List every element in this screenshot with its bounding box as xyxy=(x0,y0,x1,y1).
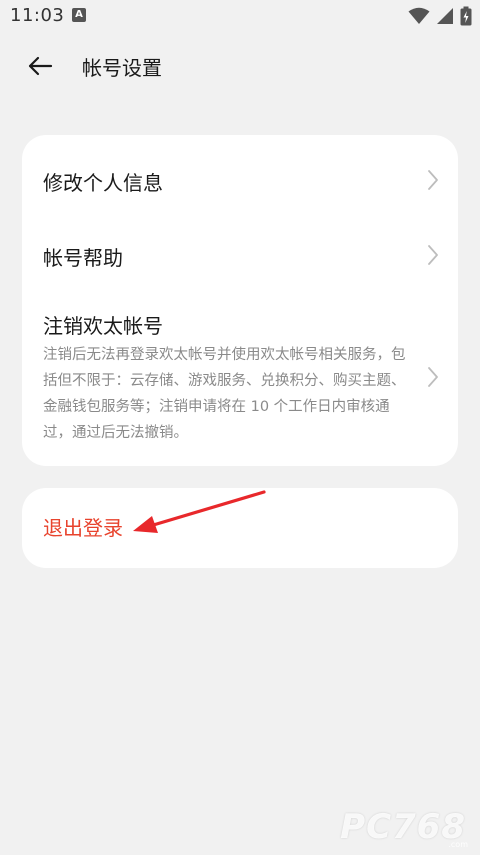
status-time: 11:03 xyxy=(10,5,65,26)
account-help-label: 帐号帮助 xyxy=(43,246,123,270)
notification-a-icon: A xyxy=(72,8,86,22)
arrow-left-icon xyxy=(28,56,53,76)
status-bar: 11:03 A xyxy=(0,0,480,34)
edit-profile-label: 修改个人信息 xyxy=(43,171,163,195)
signal-icon xyxy=(437,8,453,24)
cancel-account-item[interactable]: 注销欢太帐号 注销后无法再登录欢太帐号并使用欢太帐号相关服务，包括但不限于：云存… xyxy=(22,303,458,453)
watermark-logo: PC768 xyxy=(340,807,466,847)
watermark-logo-sub: .com xyxy=(448,840,468,849)
header: 帐号设置 xyxy=(0,40,480,92)
back-button[interactable] xyxy=(24,51,56,81)
chevron-right-icon xyxy=(428,245,438,265)
settings-card: 修改个人信息 帐号帮助 注销欢太帐号 注销后无法再登录欢太帐号并使用欢太帐号相关… xyxy=(22,135,458,466)
account-help-item[interactable]: 帐号帮助 xyxy=(22,230,458,280)
cancel-account-description: 注销后无法再登录欢太帐号并使用欢太帐号相关服务，包括但不限于：云存储、游戏服务、… xyxy=(43,347,406,441)
status-icons xyxy=(408,6,472,26)
battery-icon xyxy=(460,6,472,26)
cancel-account-label: 注销欢太帐号 xyxy=(43,314,163,338)
wifi-icon xyxy=(408,7,430,24)
page-title: 帐号设置 xyxy=(82,56,162,80)
chevron-right-icon xyxy=(428,170,438,190)
chevron-right-icon xyxy=(428,367,438,387)
edit-profile-item[interactable]: 修改个人信息 xyxy=(22,155,458,205)
logout-button[interactable]: 退出登录 xyxy=(43,512,123,541)
logout-card: 退出登录 xyxy=(22,488,458,568)
